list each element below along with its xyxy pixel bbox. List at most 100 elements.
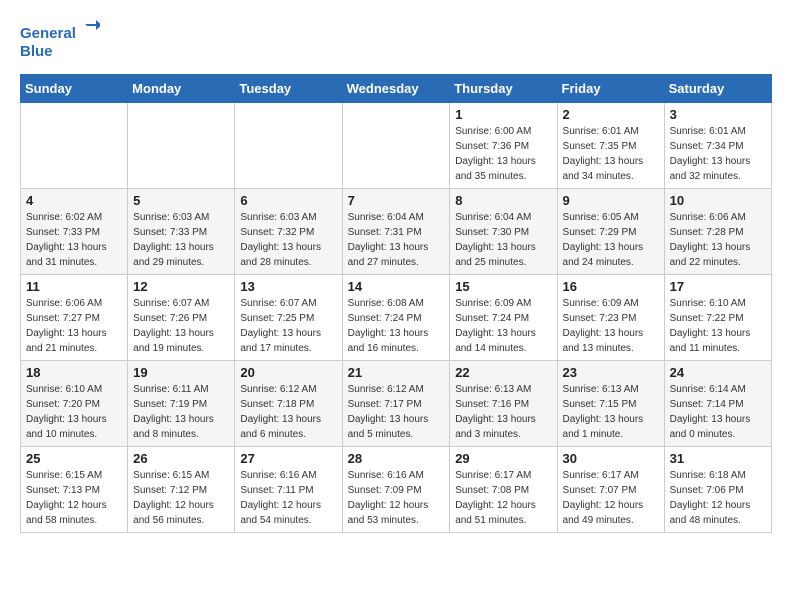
day-info: Sunrise: 6:13 AMSunset: 7:15 PMDaylight:… xyxy=(563,382,659,442)
calendar-cell: 19Sunrise: 6:11 AMSunset: 7:19 PMDayligh… xyxy=(128,361,235,447)
calendar-cell: 18 Sunrise: 6:10 AMSunset: 7:20 PMDayligh… xyxy=(21,361,128,447)
calendar-cell xyxy=(21,103,128,189)
calendar-cell xyxy=(235,103,342,189)
day-info: Sunrise: 6:15 AMSunset: 7:12 PMDaylight:… xyxy=(133,468,229,528)
day-number: 14 xyxy=(348,279,445,294)
day-info: Sunrise: 6:03 AMSunset: 7:32 PMDaylight:… xyxy=(240,210,336,270)
day-info: Sunrise: 6:16 AMSunset: 7:11 PMDaylight:… xyxy=(240,468,336,528)
calendar-cell: 7Sunrise: 6:04 AMSunset: 7:31 PMDaylight… xyxy=(342,189,450,275)
day-number: 16 xyxy=(563,279,659,294)
day-number: 3 xyxy=(670,107,766,122)
day-info: Sunrise: 6:18 AMSunset: 7:06 PMDaylight:… xyxy=(670,468,766,528)
calendar-cell: 12Sunrise: 6:07 AMSunset: 7:26 PMDayligh… xyxy=(128,275,235,361)
day-number: 21 xyxy=(348,365,445,380)
svg-text:General: General xyxy=(20,25,76,42)
calendar-cell: 20 Sunrise: 6:12 AMSunset: 7:18 PMDayligh… xyxy=(235,361,342,447)
day-info: Sunrise: 6:05 AMSunset: 7:29 PMDaylight:… xyxy=(563,210,659,270)
day-info: Sunrise: 6:12 AMSunset: 7:18 PMDaylight:… xyxy=(240,382,336,442)
calendar-cell: 1 Sunrise: 6:00 AMSunset: 7:36 PMDaylight… xyxy=(450,103,557,189)
day-number: 15 xyxy=(455,279,551,294)
calendar-cell: 22 Sunrise: 6:13 AMSunset: 7:16 PMDayligh… xyxy=(450,361,557,447)
calendar-cell: 9 Sunrise: 6:05 AMSunset: 7:29 PMDaylight… xyxy=(557,189,664,275)
calendar-cell: 8 Sunrise: 6:04 AMSunset: 7:30 PMDaylight… xyxy=(450,189,557,275)
calendar-cell xyxy=(342,103,450,189)
day-info: Sunrise: 6:07 AMSunset: 7:26 PMDaylight:… xyxy=(133,296,229,356)
calendar-cell: 21Sunrise: 6:12 AMSunset: 7:17 PMDayligh… xyxy=(342,361,450,447)
day-info: Sunrise: 6:01 AMSunset: 7:35 PMDaylight:… xyxy=(563,124,659,184)
day-number: 4 xyxy=(26,193,122,208)
day-info: Sunrise: 6:17 AMSunset: 7:07 PMDaylight:… xyxy=(563,468,659,528)
day-number: 6 xyxy=(240,193,336,208)
logo: General Blue xyxy=(20,20,100,64)
day-number: 27 xyxy=(240,451,336,466)
day-info: Sunrise: 6:15 AMSunset: 7:13 PMDaylight:… xyxy=(26,468,122,528)
calendar-table: SundayMondayTuesdayWednesdayThursdayFrid… xyxy=(20,74,772,533)
day-info: Sunrise: 6:13 AMSunset: 7:16 PMDaylight:… xyxy=(455,382,551,442)
calendar-cell: 30Sunrise: 6:17 AMSunset: 7:07 PMDayligh… xyxy=(557,447,664,533)
day-number: 10 xyxy=(670,193,766,208)
day-number: 9 xyxy=(563,193,659,208)
calendar-cell: 3 Sunrise: 6:01 AMSunset: 7:34 PMDaylight… xyxy=(664,103,771,189)
day-info: Sunrise: 6:04 AMSunset: 7:30 PMDaylight:… xyxy=(455,210,551,270)
calendar-cell: 27 Sunrise: 6:16 AMSunset: 7:11 PMDayligh… xyxy=(235,447,342,533)
calendar-week-row: 11 Sunrise: 6:06 AMSunset: 7:27 PMDayligh… xyxy=(21,275,772,361)
calendar-cell: 24Sunrise: 6:14 AMSunset: 7:14 PMDayligh… xyxy=(664,361,771,447)
day-info: Sunrise: 6:09 AMSunset: 7:24 PMDaylight:… xyxy=(455,296,551,356)
day-number: 19 xyxy=(133,365,229,380)
calendar-week-row: 25Sunrise: 6:15 AMSunset: 7:13 PMDayligh… xyxy=(21,447,772,533)
calendar-cell: 23 Sunrise: 6:13 AMSunset: 7:15 PMDayligh… xyxy=(557,361,664,447)
day-number: 22 xyxy=(455,365,551,380)
day-number: 23 xyxy=(563,365,659,380)
calendar-cell: 13 Sunrise: 6:07 AMSunset: 7:25 PMDayligh… xyxy=(235,275,342,361)
calendar-cell: 26 Sunrise: 6:15 AMSunset: 7:12 PMDayligh… xyxy=(128,447,235,533)
weekday-header: Monday xyxy=(128,75,235,103)
calendar-cell: 2Sunrise: 6:01 AMSunset: 7:35 PMDaylight… xyxy=(557,103,664,189)
calendar-cell: 17 Sunrise: 6:10 AMSunset: 7:22 PMDayligh… xyxy=(664,275,771,361)
day-number: 20 xyxy=(240,365,336,380)
weekday-header: Friday xyxy=(557,75,664,103)
calendar-cell xyxy=(128,103,235,189)
day-number: 31 xyxy=(670,451,766,466)
calendar-cell: 16 Sunrise: 6:09 AMSunset: 7:23 PMDayligh… xyxy=(557,275,664,361)
weekday-header: Sunday xyxy=(21,75,128,103)
day-number: 5 xyxy=(133,193,229,208)
page-header: General Blue xyxy=(20,20,772,64)
day-number: 11 xyxy=(26,279,122,294)
day-info: Sunrise: 6:07 AMSunset: 7:25 PMDaylight:… xyxy=(240,296,336,356)
calendar-cell: 4 Sunrise: 6:02 AMSunset: 7:33 PMDaylight… xyxy=(21,189,128,275)
day-info: Sunrise: 6:10 AMSunset: 7:22 PMDaylight:… xyxy=(670,296,766,356)
day-info: Sunrise: 6:00 AMSunset: 7:36 PMDaylight:… xyxy=(455,124,551,184)
day-info: Sunrise: 6:02 AMSunset: 7:33 PMDaylight:… xyxy=(26,210,122,270)
calendar-cell: 6 Sunrise: 6:03 AMSunset: 7:32 PMDaylight… xyxy=(235,189,342,275)
day-number: 8 xyxy=(455,193,551,208)
day-info: Sunrise: 6:09 AMSunset: 7:23 PMDaylight:… xyxy=(563,296,659,356)
day-info: Sunrise: 6:01 AMSunset: 7:34 PMDaylight:… xyxy=(670,124,766,184)
calendar-header-row: SundayMondayTuesdayWednesdayThursdayFrid… xyxy=(21,75,772,103)
calendar-week-row: 1 Sunrise: 6:00 AMSunset: 7:36 PMDaylight… xyxy=(21,103,772,189)
calendar-week-row: 4 Sunrise: 6:02 AMSunset: 7:33 PMDaylight… xyxy=(21,189,772,275)
day-number: 29 xyxy=(455,451,551,466)
calendar-cell: 29 Sunrise: 6:17 AMSunset: 7:08 PMDayligh… xyxy=(450,447,557,533)
day-number: 26 xyxy=(133,451,229,466)
day-number: 24 xyxy=(670,365,766,380)
svg-text:Blue: Blue xyxy=(20,43,53,60)
calendar-cell: 28 Sunrise: 6:16 AMSunset: 7:09 PMDayligh… xyxy=(342,447,450,533)
weekday-header: Thursday xyxy=(450,75,557,103)
calendar-cell: 31 Sunrise: 6:18 AMSunset: 7:06 PMDayligh… xyxy=(664,447,771,533)
day-number: 28 xyxy=(348,451,445,466)
day-info: Sunrise: 6:08 AMSunset: 7:24 PMDaylight:… xyxy=(348,296,445,356)
day-info: Sunrise: 6:16 AMSunset: 7:09 PMDaylight:… xyxy=(348,468,445,528)
day-info: Sunrise: 6:06 AMSunset: 7:27 PMDaylight:… xyxy=(26,296,122,356)
day-number: 13 xyxy=(240,279,336,294)
calendar-cell: 5Sunrise: 6:03 AMSunset: 7:33 PMDaylight… xyxy=(128,189,235,275)
weekday-header: Tuesday xyxy=(235,75,342,103)
calendar-cell: 25Sunrise: 6:15 AMSunset: 7:13 PMDayligh… xyxy=(21,447,128,533)
day-number: 17 xyxy=(670,279,766,294)
calendar-cell: 10Sunrise: 6:06 AMSunset: 7:28 PMDayligh… xyxy=(664,189,771,275)
logo-svg: General Blue xyxy=(20,20,100,64)
day-number: 1 xyxy=(455,107,551,122)
calendar-cell: 15 Sunrise: 6:09 AMSunset: 7:24 PMDayligh… xyxy=(450,275,557,361)
day-info: Sunrise: 6:17 AMSunset: 7:08 PMDaylight:… xyxy=(455,468,551,528)
day-info: Sunrise: 6:10 AMSunset: 7:20 PMDaylight:… xyxy=(26,382,122,442)
day-number: 18 xyxy=(26,365,122,380)
